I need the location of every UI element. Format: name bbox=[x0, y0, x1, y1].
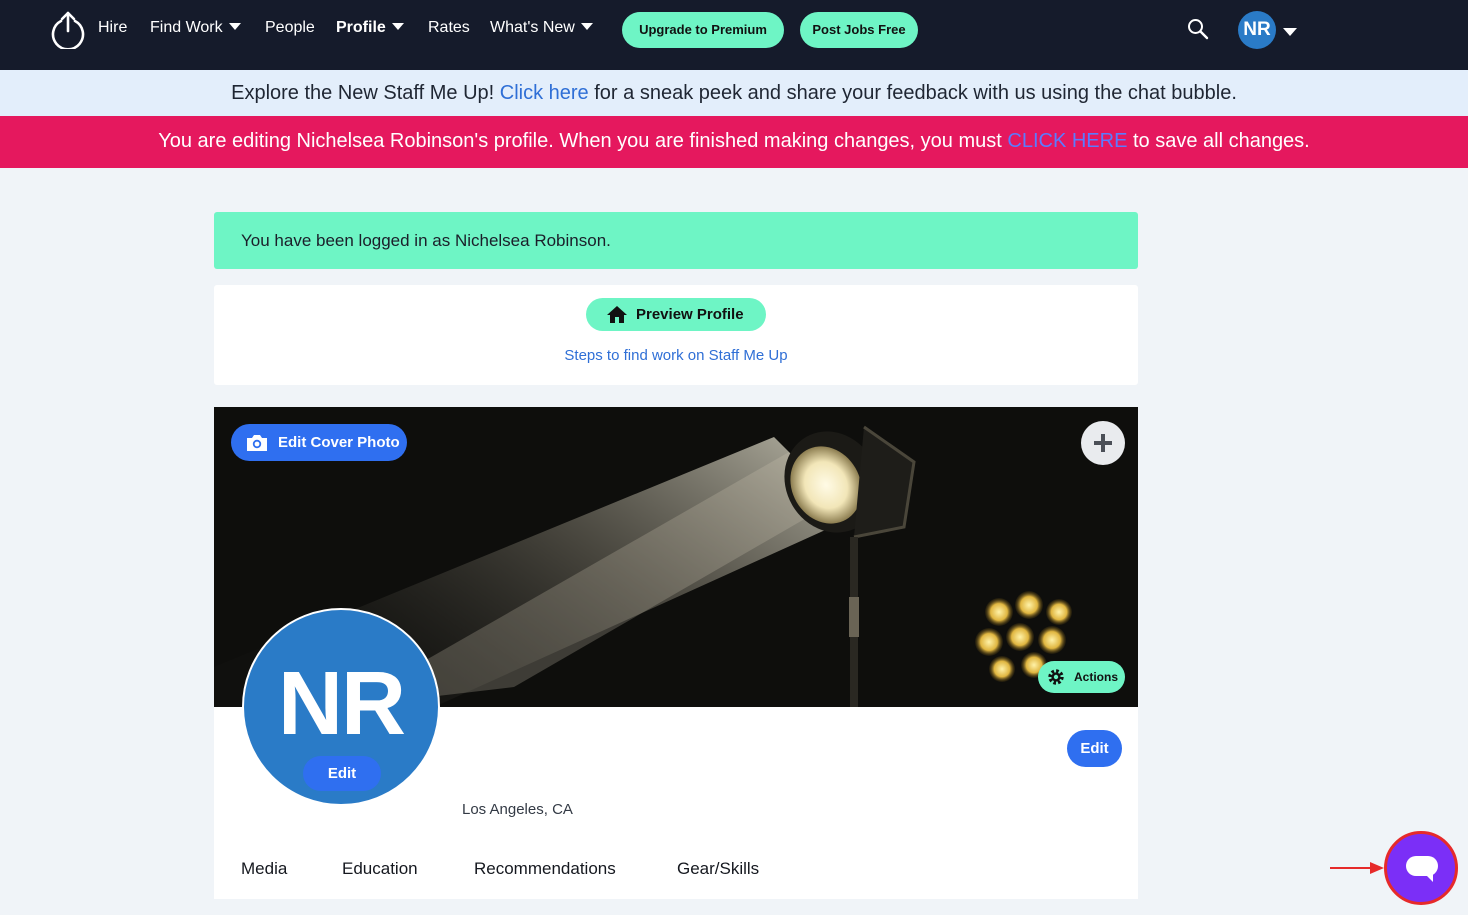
gear-icon bbox=[1048, 669, 1064, 685]
chat-icon bbox=[1406, 856, 1438, 882]
avatar-initials: NR bbox=[278, 654, 406, 754]
chevron-down-icon bbox=[580, 23, 593, 30]
camera-icon bbox=[247, 435, 267, 451]
chevron-down-icon bbox=[228, 23, 241, 30]
edit-avatar-button[interactable]: Edit bbox=[303, 756, 381, 791]
edit-cover-photo-button[interactable]: Edit Cover Photo bbox=[231, 424, 407, 461]
login-alert: You have been logged in as Nichelsea Rob… bbox=[214, 212, 1138, 269]
profile-actions-card: Preview Profile Steps to find work on St… bbox=[214, 285, 1138, 385]
home-icon bbox=[607, 306, 627, 323]
editing-banner: You are editing Nichelsea Robinson's pro… bbox=[0, 116, 1468, 168]
nav-whats-new[interactable]: What's New bbox=[490, 18, 593, 38]
click-here-link[interactable]: Click here bbox=[500, 82, 589, 104]
edit-profile-button[interactable]: Edit bbox=[1067, 730, 1122, 767]
location-text: Los Angeles, CA bbox=[462, 801, 573, 818]
info-banner: Explore the New Staff Me Up! Click here … bbox=[0, 70, 1468, 116]
actions-button[interactable]: Actions bbox=[1038, 661, 1125, 693]
search-icon[interactable] bbox=[1187, 18, 1209, 40]
chevron-down-icon bbox=[391, 23, 404, 30]
nav-hire[interactable]: Hire bbox=[98, 18, 127, 38]
avatar[interactable]: NR bbox=[1238, 11, 1276, 49]
upgrade-premium-button[interactable]: Upgrade to Premium bbox=[622, 12, 784, 48]
chevron-down-icon[interactable] bbox=[1283, 28, 1297, 36]
nav-rates[interactable]: Rates bbox=[428, 18, 470, 38]
nav-find-work[interactable]: Find Work bbox=[150, 18, 241, 38]
tab-gear-skills[interactable]: Gear/Skills bbox=[677, 859, 759, 879]
save-changes-link[interactable]: CLICK HERE bbox=[1007, 130, 1127, 152]
top-nav: Hire Find Work People Profile Rates What… bbox=[0, 0, 1468, 70]
power-logo-icon[interactable] bbox=[50, 11, 86, 49]
arrow-right-icon bbox=[1330, 862, 1384, 874]
add-icon[interactable] bbox=[1081, 421, 1125, 465]
tab-media[interactable]: Media bbox=[241, 859, 287, 879]
tab-education[interactable]: Education bbox=[342, 859, 418, 879]
tab-recommendations[interactable]: Recommendations bbox=[474, 859, 616, 879]
post-jobs-button[interactable]: Post Jobs Free bbox=[800, 12, 918, 48]
preview-profile-button[interactable]: Preview Profile bbox=[586, 298, 766, 331]
profile-avatar: NR Edit bbox=[242, 608, 440, 806]
nav-profile[interactable]: Profile bbox=[336, 18, 404, 38]
nav-people[interactable]: People bbox=[265, 18, 315, 38]
steps-link[interactable]: Steps to find work on Staff Me Up bbox=[214, 347, 1138, 364]
chat-bubble-button[interactable] bbox=[1384, 831, 1458, 905]
